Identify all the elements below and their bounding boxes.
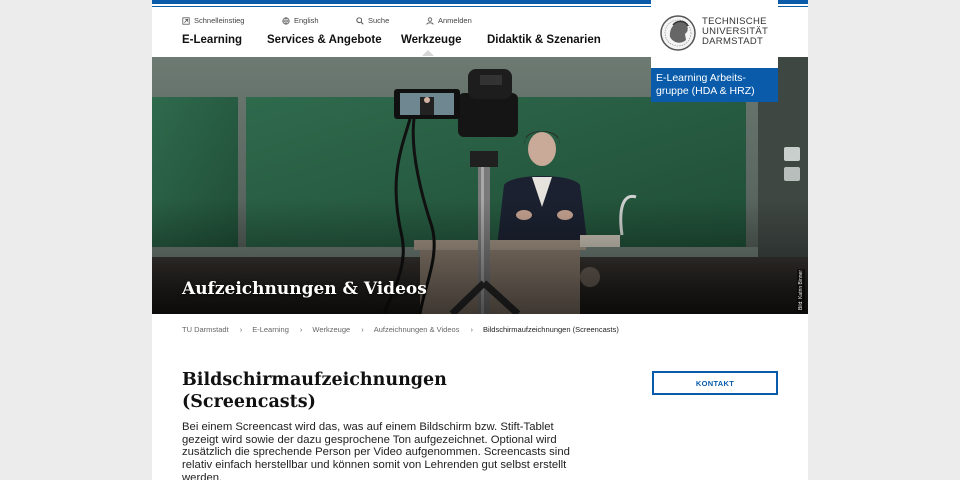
search-icon	[356, 16, 364, 25]
quick-access-icon	[182, 16, 190, 25]
utility-item-schnelleinstieg[interactable]: Schnelleinstieg	[182, 16, 282, 25]
contact-button[interactable]: KONTAKT	[652, 371, 778, 395]
utility-nav: Schnelleinstieg English Suche Anmelden	[182, 16, 472, 25]
university-logo[interactable]: TECHNISCHE UNIVERSITÄT DARMSTADT	[651, 0, 778, 68]
chevron-right-icon: ›	[239, 325, 243, 334]
nav-item-werkzeuge[interactable]: Werkzeuge	[401, 34, 487, 46]
nav-item-services-angebote[interactable]: Services & Angebote	[267, 34, 401, 46]
utility-item-english[interactable]: English	[282, 16, 356, 25]
page: Schnelleinstieg English Suche Anmelden E…	[152, 0, 808, 480]
nav-item-didaktik-szenarien[interactable]: Didaktik & Szenarien	[487, 34, 601, 46]
globe-icon	[282, 16, 290, 25]
chevron-right-icon: ›	[470, 325, 473, 334]
user-icon	[426, 16, 434, 25]
main-nav: E-Learning Services & Angebote Werkzeuge…	[182, 34, 601, 46]
chevron-right-icon: ›	[361, 325, 364, 334]
breadcrumb: TU Darmstadt › E-Learning › Werkzeuge › …	[182, 325, 619, 334]
utility-item-label: Anmelden	[438, 16, 472, 25]
utility-item-label: English	[294, 16, 319, 25]
nav-item-e-learning[interactable]: E-Learning	[182, 34, 267, 46]
breadcrumb-item[interactable]: Aufzeichnungen & Videos	[374, 325, 460, 334]
active-nav-indicator	[422, 50, 434, 56]
image-credit: Bild: Katrin Binner	[797, 269, 805, 312]
breadcrumb-item[interactable]: TU Darmstadt	[182, 325, 229, 334]
logo-line: DARMSTADT	[702, 36, 764, 47]
breadcrumb-item[interactable]: E-Learning	[252, 325, 289, 334]
utility-item-anmelden[interactable]: Anmelden	[426, 16, 472, 25]
breadcrumb-current: Bildschirmaufzeichnungen (Screencasts)	[482, 325, 619, 334]
page-title: Bildschirmaufzeichnungen (Screencasts)	[182, 370, 447, 412]
hero-title: Aufzeichnungen & Videos	[182, 279, 427, 299]
utility-item-label: Suche	[368, 16, 390, 25]
chevron-right-icon: ›	[299, 325, 303, 334]
breadcrumb-item[interactable]: Werkzeuge	[312, 325, 350, 334]
logo-wordmark: TECHNISCHE UNIVERSITÄT DARMSTADT	[702, 17, 768, 47]
utility-item-suche[interactable]: Suche	[356, 16, 426, 25]
group-label[interactable]: E-Learning Arbeits-gruppe (HDA & HRZ)	[651, 68, 778, 102]
utility-item-label: Schnelleinstieg	[194, 16, 245, 25]
intro-text: Bei einem Screencast wird das, was auf e…	[182, 421, 570, 480]
athena-seal-icon	[660, 15, 696, 51]
